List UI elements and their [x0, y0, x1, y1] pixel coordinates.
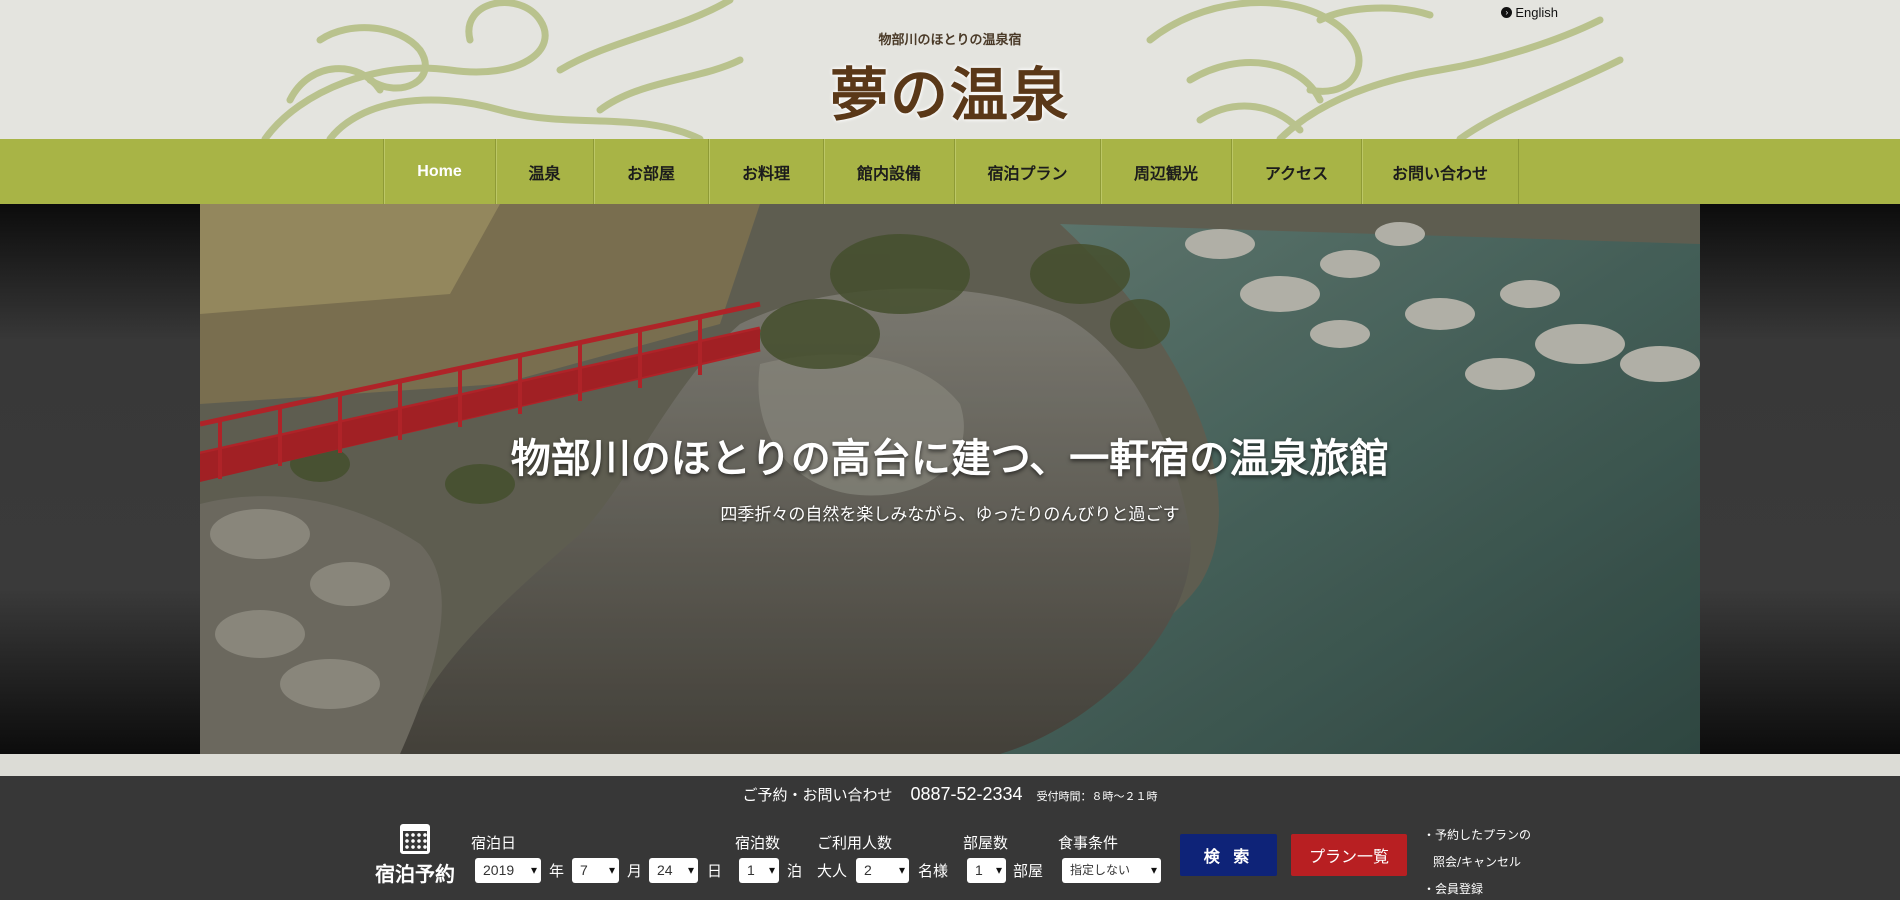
- hero-title: 物部川のほとりの高台に建つ、一軒宿の温泉旅館: [510, 435, 1390, 482]
- site-header: 物部川のほとりの温泉宿 夢の温泉 › English: [0, 0, 1900, 139]
- site-tagline: 物部川のほとりの温泉宿: [878, 33, 1022, 48]
- nav-item-sightseeing[interactable]: 周辺観光: [1101, 139, 1232, 204]
- divider-stripe: [0, 754, 1900, 776]
- calendar-icon: [400, 824, 430, 854]
- meal-label: 食事条件: [1058, 834, 1119, 852]
- month-select[interactable]: 7: [572, 858, 619, 883]
- plan-list-button[interactable]: プラン一覧: [1291, 834, 1407, 876]
- nights-label: 宿泊数: [735, 834, 781, 852]
- year-select[interactable]: 2019: [475, 858, 541, 883]
- nav-item-facilities[interactable]: 館内設備: [824, 139, 955, 204]
- meal-select[interactable]: 指定しない: [1062, 858, 1161, 883]
- nav-item-cuisine[interactable]: お料理: [709, 139, 824, 204]
- reservation-lookup-link[interactable]: ・予約したプランの: [1423, 822, 1531, 849]
- booking-bar: ご予約・お問い合わせ 0887-52-2334 受付時間：８時～２１時 宿泊予約 宿…: [0, 776, 1900, 900]
- contact-line: ご予約・お問い合わせ 0887-52-2334 受付時間：８時～２１時: [0, 784, 1900, 805]
- rooms-select[interactable]: 1: [967, 858, 1006, 883]
- rooms-unit: 部屋: [1013, 862, 1044, 880]
- nights-unit: 泊: [787, 862, 803, 880]
- adult-label: 大人: [817, 862, 848, 880]
- business-hours: 受付時間：８時～２１時: [1036, 790, 1158, 803]
- date-label: 宿泊日: [471, 834, 517, 852]
- phone-number[interactable]: 0887-52-2334: [910, 784, 1022, 804]
- year-unit: 年: [549, 862, 565, 880]
- nights-select[interactable]: 1: [739, 858, 779, 883]
- contact-label: ご予約・お問い合わせ: [742, 786, 893, 804]
- main-nav: Home 温泉 お部屋 お料理 館内設備 宿泊プラン 周辺観光 アクセス お問い…: [0, 139, 1900, 204]
- language-link[interactable]: › English: [1501, 5, 1558, 20]
- nav-item-home[interactable]: Home: [384, 139, 496, 204]
- nav-item-rooms[interactable]: お部屋: [594, 139, 709, 204]
- hero-subtitle: 四季折々の自然を楽しみながら、ゆったりのんびりと過ごす: [720, 505, 1180, 525]
- nav-item-onsen[interactable]: 温泉: [496, 139, 594, 204]
- nav-item-plans[interactable]: 宿泊プラン: [955, 139, 1101, 204]
- hero-slider: 物部川のほとりの高台に建つ、一軒宿の温泉旅館 四季折々の自然を楽しみながら、ゆっ…: [200, 204, 1700, 754]
- nav-item-contact[interactable]: お問い合わせ: [1362, 139, 1519, 204]
- chevron-right-circle-icon: ›: [1501, 7, 1513, 18]
- rooms-label: 部屋数: [963, 834, 1009, 852]
- reservation-title: 宿泊予約: [370, 824, 460, 887]
- member-registration-link[interactable]: ・会員登録: [1423, 876, 1531, 900]
- day-select[interactable]: 24: [649, 858, 698, 883]
- reservation-cancel-link[interactable]: 照会/キャンセル: [1423, 849, 1531, 876]
- booking-links: ・予約したプランの 照会/キャンセル ・会員登録: [1423, 822, 1531, 900]
- adults-unit: 名様: [918, 862, 949, 880]
- nav-item-access[interactable]: アクセス: [1232, 139, 1362, 204]
- search-button[interactable]: 検 索: [1180, 834, 1277, 876]
- site-logo[interactable]: 夢の温泉: [0, 48, 1900, 132]
- adults-select[interactable]: 2: [856, 858, 909, 883]
- day-unit: 日: [707, 862, 723, 880]
- month-unit: 月: [627, 862, 643, 880]
- language-link-label: English: [1515, 5, 1558, 20]
- guests-label: ご利用人数: [817, 834, 893, 852]
